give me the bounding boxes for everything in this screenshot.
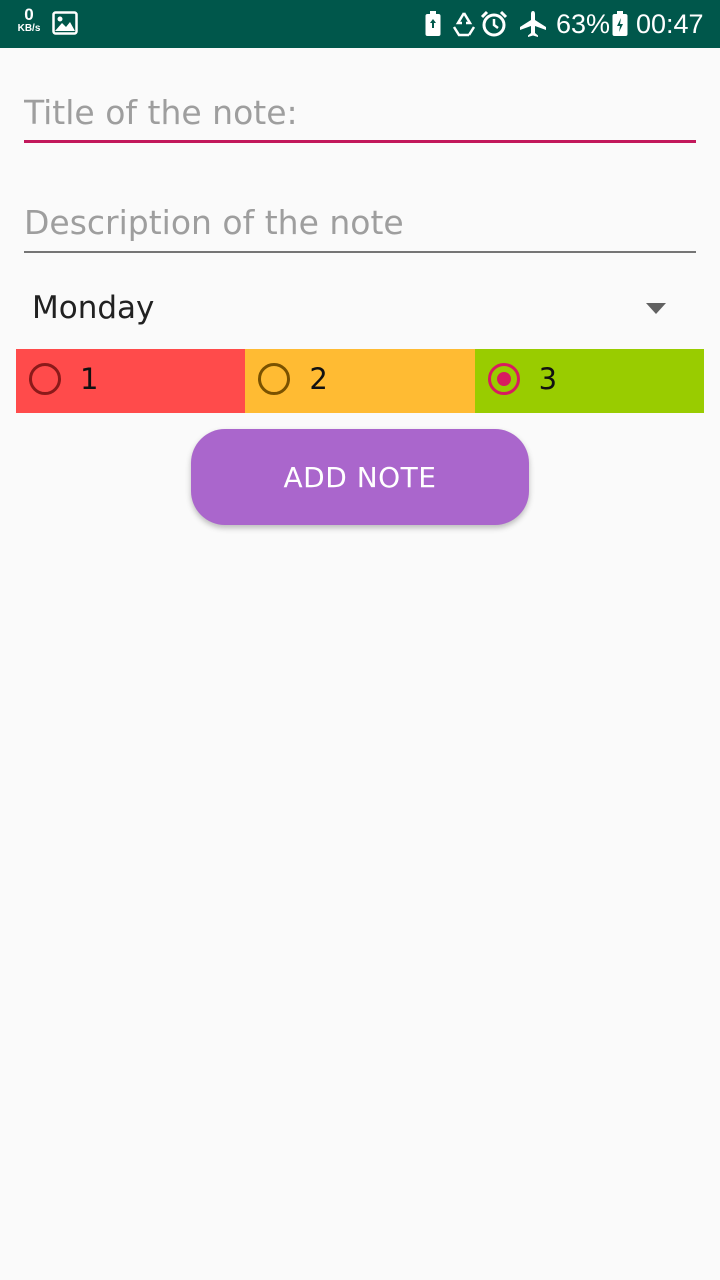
battery-percent: 63% xyxy=(556,9,611,39)
radio-unchecked-icon[interactable] xyxy=(29,363,61,395)
recycle-icon xyxy=(450,10,478,42)
clock-time: 00:47 xyxy=(636,9,704,39)
airplane-mode-icon xyxy=(518,10,548,42)
priority-option-1[interactable]: 1 xyxy=(16,349,246,413)
gallery-icon xyxy=(52,11,78,39)
selected-day-label: Monday xyxy=(32,290,155,326)
priority-option-2[interactable]: 2 xyxy=(245,349,475,413)
battery-icon xyxy=(611,10,629,42)
add-note-button[interactable]: ADD NOTE xyxy=(191,429,529,525)
priority-label-2: 2 xyxy=(309,362,328,396)
priority-label-3: 3 xyxy=(538,362,558,396)
network-speed-indicator: 0 KB/s xyxy=(12,6,46,34)
title-field-container xyxy=(24,90,696,143)
status-bar: 0 KB/s 63% 00:47 xyxy=(0,0,720,48)
radio-unchecked-icon[interactable] xyxy=(258,363,291,395)
battery-saver-icon xyxy=(424,10,442,42)
radio-checked-icon[interactable] xyxy=(487,363,520,395)
description-field-underline xyxy=(24,251,696,253)
priority-option-3[interactable]: 3 xyxy=(474,349,704,413)
network-speed-unit: KB/s xyxy=(17,23,41,34)
dropdown-arrow-icon xyxy=(646,303,666,314)
priority-label-1: 1 xyxy=(80,362,99,396)
network-speed-value: 0 xyxy=(24,5,34,24)
radio-checked-dot xyxy=(496,372,511,386)
day-of-week-spinner[interactable]: Monday xyxy=(16,280,704,340)
title-field-underline xyxy=(24,140,696,143)
priority-radio-group: 1 2 3 xyxy=(16,349,704,413)
note-description-input[interactable] xyxy=(24,200,696,244)
alarm-icon xyxy=(480,10,508,42)
note-title-input[interactable] xyxy=(24,90,696,134)
description-field-container xyxy=(24,200,696,253)
